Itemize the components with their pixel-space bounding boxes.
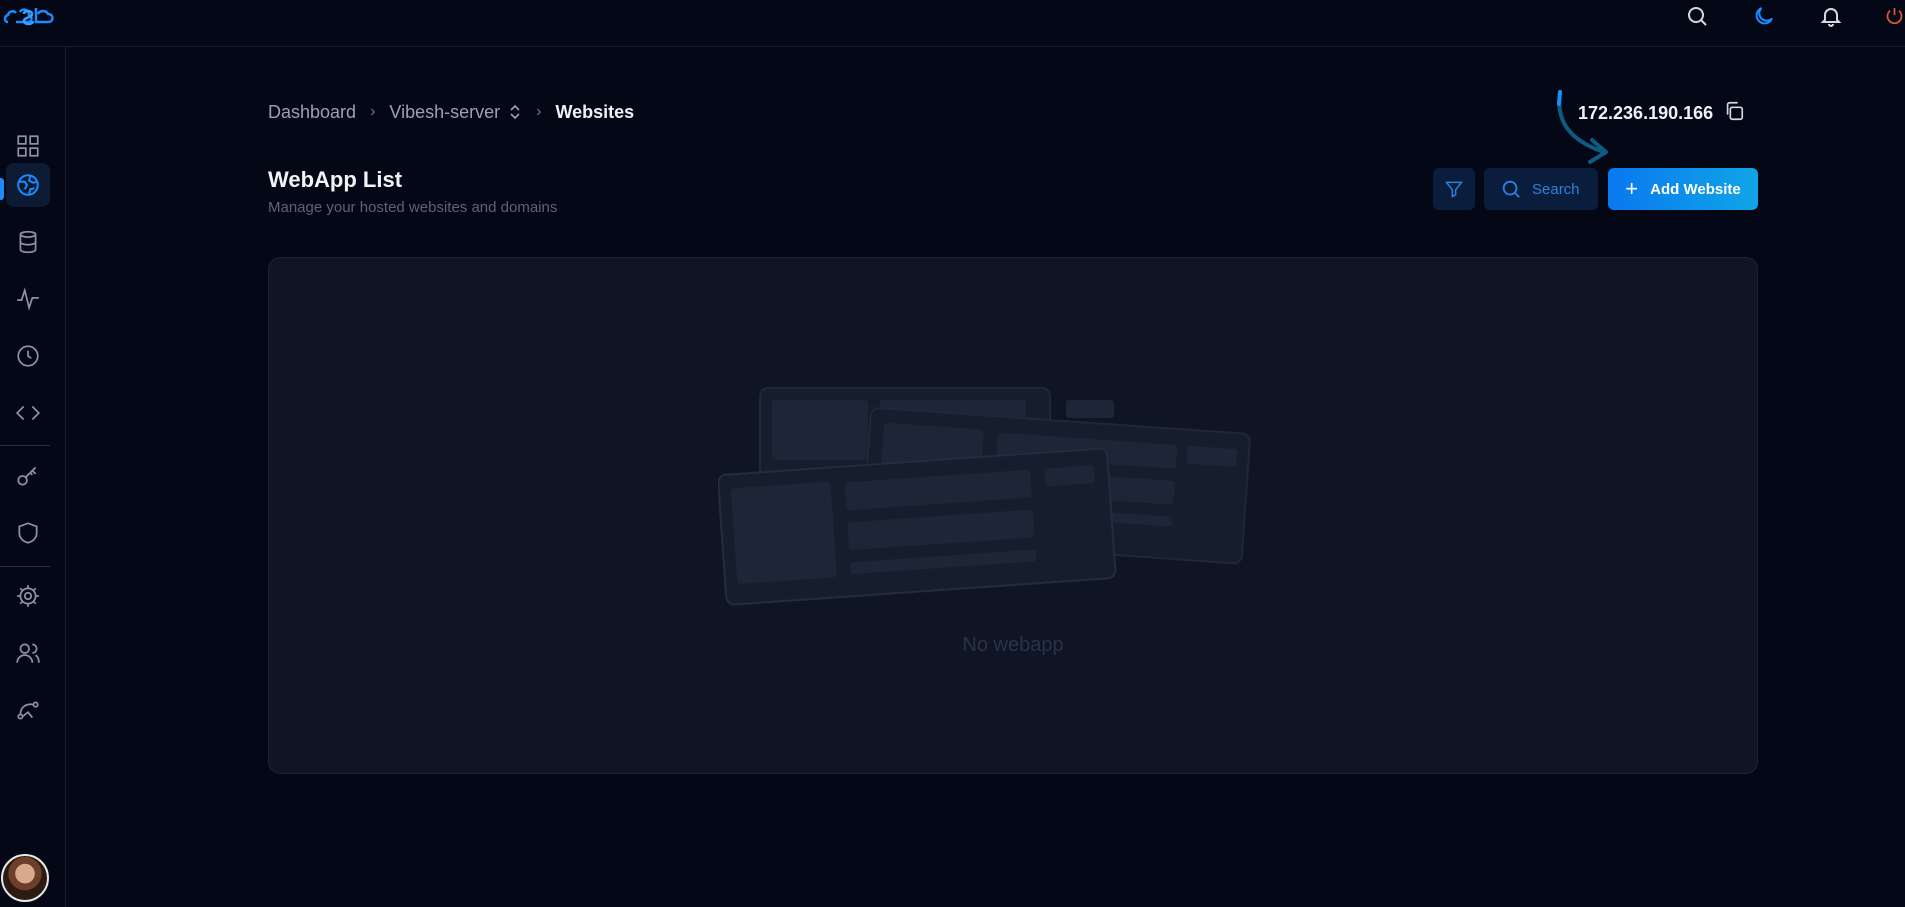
breadcrumb-dashboard[interactable]: Dashboard — [268, 102, 356, 123]
filter-icon — [1444, 181, 1464, 198]
power-icon[interactable] — [1884, 2, 1905, 30]
breadcrumb: Dashboard › Vibesh-server › Websites — [268, 100, 634, 124]
sidebar-divider — [0, 566, 50, 567]
settings-gear-icon — [17, 585, 39, 607]
shield-icon — [18, 522, 38, 544]
sidebar-item-code[interactable] — [6, 391, 50, 435]
database-icon — [19, 230, 37, 254]
breadcrumb-websites: Websites — [555, 101, 635, 122]
sidebar-item-settings[interactable] — [6, 574, 50, 618]
sidebar-item-dashboard[interactable] — [6, 124, 50, 168]
add-website-button[interactable]: + Add Website — [1608, 168, 1758, 210]
dashboard-grid-icon — [17, 135, 39, 157]
sidebar-item-users[interactable] — [6, 631, 50, 675]
bell-icon[interactable] — [1817, 2, 1845, 30]
sidebar-divider — [0, 445, 50, 446]
search-icon[interactable] — [1683, 2, 1711, 30]
key-icon — [17, 466, 37, 486]
users-icon — [16, 643, 40, 663]
page-subtitle: Manage your hosted websites and domains — [268, 199, 558, 216]
sidebar-item-keys[interactable] — [6, 454, 50, 498]
sidebar-item-monitoring[interactable] — [6, 277, 50, 321]
empty-state-message: No webapp — [962, 634, 1064, 656]
sidebar-item-websites[interactable] — [6, 163, 50, 207]
chevron-right-icon: › — [536, 103, 542, 120]
active-indicator — [0, 178, 4, 200]
sidebar-item-routes[interactable] — [6, 688, 50, 732]
add-website-label: Add Website — [1650, 180, 1741, 198]
route-icon — [17, 701, 39, 720]
top-bar — [0, 0, 1905, 47]
webapp-list-panel: No webapp — [268, 257, 1758, 774]
filter-button[interactable] — [1433, 168, 1475, 210]
activity-icon — [17, 287, 39, 311]
copy-icon[interactable] — [1723, 100, 1745, 127]
sidebar — [0, 47, 66, 907]
moon-icon[interactable] — [1750, 2, 1778, 30]
user-avatar[interactable] — [1, 854, 49, 902]
clock-icon — [17, 345, 39, 367]
page-title: WebApp List — [268, 167, 403, 192]
cloud-logo-icon[interactable] — [2, 0, 58, 28]
chevron-right-icon: › — [370, 103, 376, 120]
annotation-arrow-icon — [1557, 90, 1608, 164]
empty-state-illustration — [718, 387, 1251, 606]
chevron-up-down-icon[interactable] — [508, 103, 522, 121]
plus-icon: + — [1625, 176, 1639, 201]
sidebar-item-cron[interactable] — [6, 334, 50, 378]
sidebar-item-security[interactable] — [6, 511, 50, 555]
search-button[interactable]: Search — [1484, 168, 1598, 210]
breadcrumb-server[interactable]: Vibesh-server — [389, 102, 500, 123]
code-icon — [15, 405, 41, 421]
search-button-label: Search — [1532, 180, 1580, 198]
sidebar-item-database[interactable] — [6, 220, 50, 264]
globe-icon — [17, 174, 39, 196]
search-icon — [1502, 180, 1520, 198]
